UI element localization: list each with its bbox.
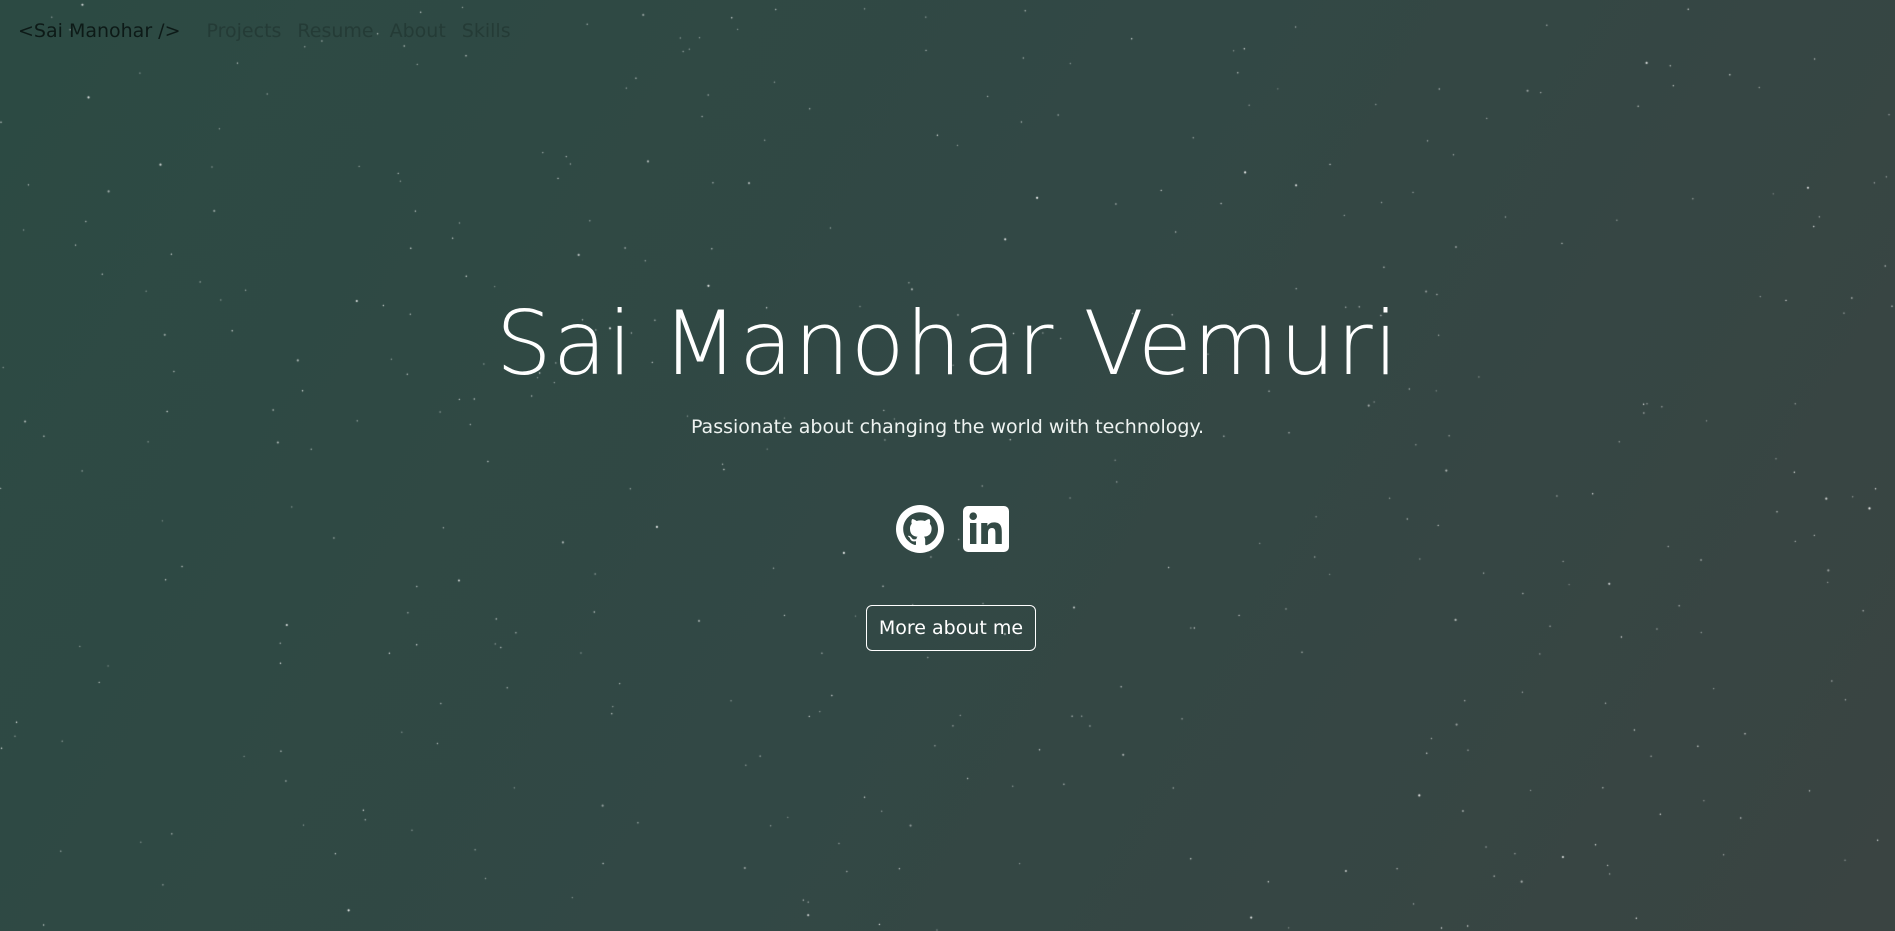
starfield-background — [0, 0, 1895, 931]
brand-link[interactable]: <Sai Manohar /> — [18, 20, 181, 42]
navbar: <Sai Manohar /> Projects Resume About Sk… — [18, 18, 527, 44]
github-link[interactable] — [896, 505, 944, 553]
hero-subtitle: Passionate about changing the world with… — [690, 416, 1205, 438]
nav-link-about[interactable]: About — [390, 20, 446, 42]
linkedin-link[interactable] — [962, 505, 1010, 553]
social-links — [896, 505, 1010, 553]
nav-link-resume[interactable]: Resume — [297, 20, 373, 42]
nav-link-skills[interactable]: Skills — [462, 20, 511, 42]
github-icon — [896, 505, 944, 553]
linkedin-icon — [963, 506, 1009, 552]
nav-link-projects[interactable]: Projects — [207, 20, 282, 42]
more-about-me-button[interactable]: More about me — [866, 605, 1036, 651]
hero-title: Sai Manohar Vemuri — [495, 292, 1400, 395]
